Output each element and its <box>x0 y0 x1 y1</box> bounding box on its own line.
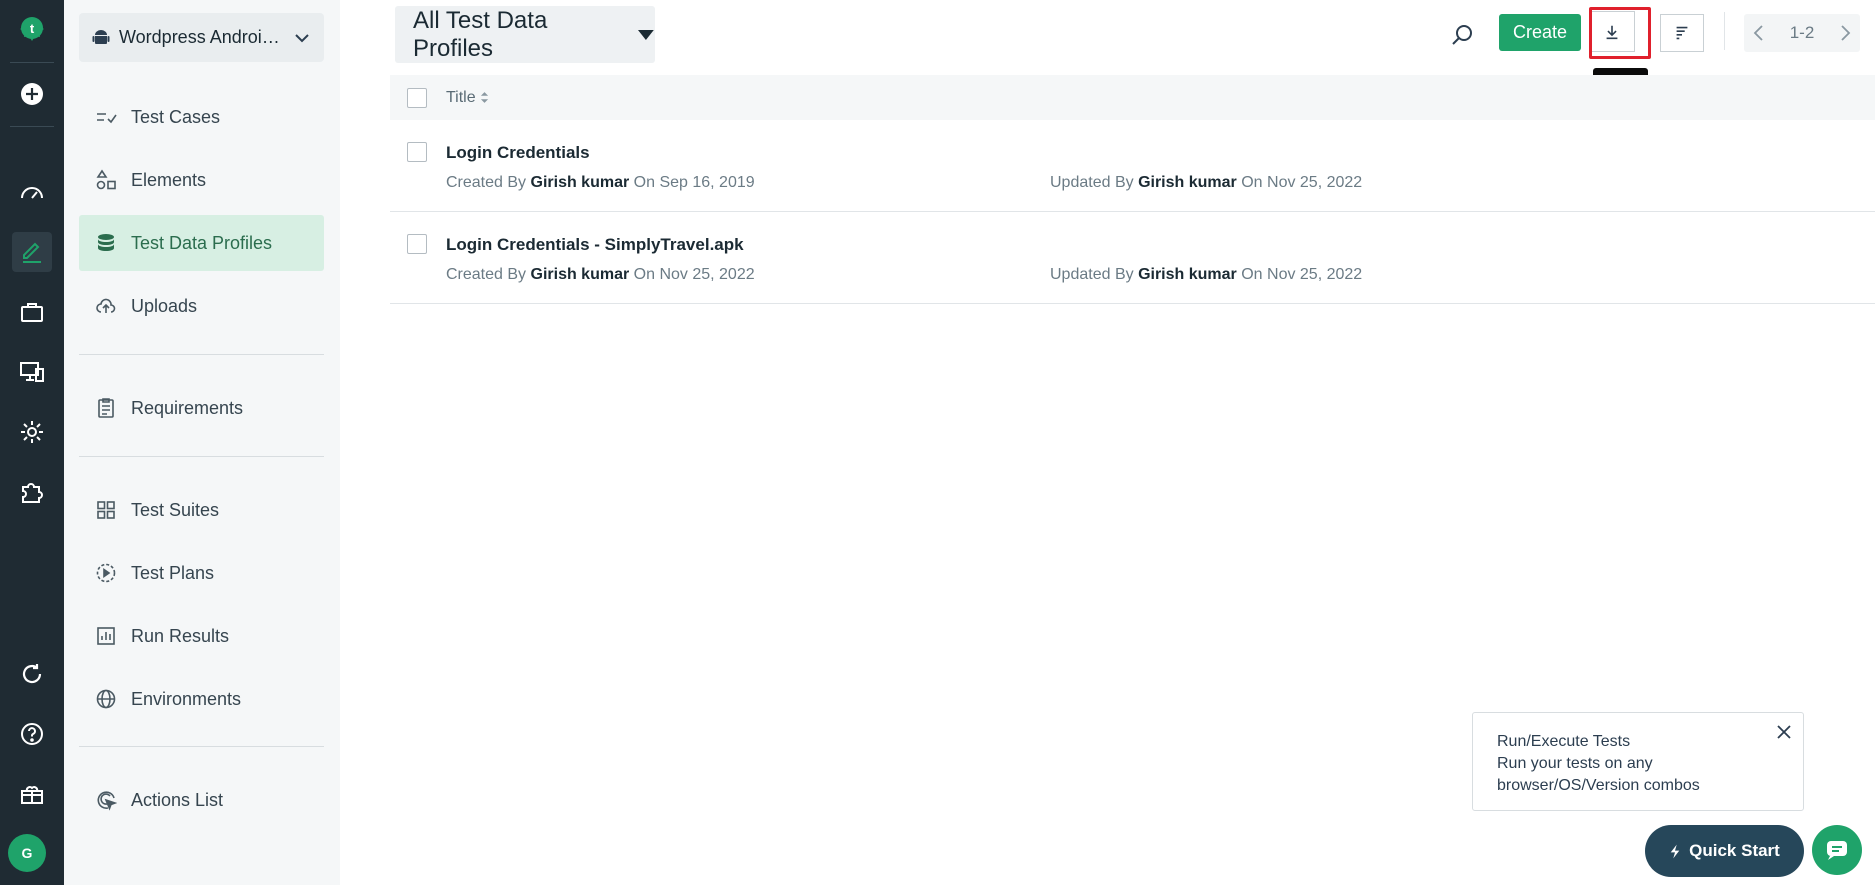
table-row[interactable]: Login Credentials - SimplyTravel.apk Cre… <box>390 213 1875 304</box>
chat-button[interactable] <box>1812 825 1862 875</box>
nav-item-actions-list[interactable]: Actions List <box>79 772 324 828</box>
cloud-upload-icon <box>96 298 116 313</box>
popover-description: Run your tests on any browser/OS/Version… <box>1497 755 1700 794</box>
close-icon <box>1777 725 1791 739</box>
created-by: Girish kumar <box>530 174 630 191</box>
test-cases-icon <box>97 113 117 124</box>
edit-icon[interactable] <box>12 232 52 272</box>
row-checkbox[interactable] <box>407 142 427 162</box>
created-meta: Created By Girish kumar On Nov 25, 2022 <box>446 266 755 284</box>
nav-item-label: Requirements <box>131 397 244 418</box>
updated-on: On Nov 25, 2022 <box>1241 174 1363 191</box>
search-icon <box>1452 25 1472 45</box>
quick-start-popover: Run/Execute Tests Run your tests on any … <box>1472 712 1804 811</box>
play-circle-icon <box>96 563 116 583</box>
gift-icon[interactable] <box>12 774 52 814</box>
nav-item-requirements[interactable]: Requirements <box>79 380 324 436</box>
grid-icon <box>97 501 115 519</box>
filter-label: All Test Data Profiles <box>413 6 548 62</box>
refresh-icon[interactable] <box>12 654 52 694</box>
created-meta: Created By Girish kumar On Sep 16, 2019 <box>446 174 755 192</box>
pagination-range: 1-2 <box>1789 23 1815 42</box>
project-name: Wordpress Android ... <box>119 27 284 47</box>
created-prefix: Created By <box>446 266 527 283</box>
updated-by: Girish kumar <box>1138 174 1237 191</box>
updated-meta: Updated By Girish kumar On Nov 25, 2022 <box>1050 174 1362 192</box>
chevron-left-icon[interactable] <box>1752 24 1766 42</box>
app-rail: t G <box>0 0 64 885</box>
select-all-checkbox[interactable] <box>407 87 427 108</box>
help-icon[interactable] <box>12 714 52 754</box>
row-title[interactable]: Login Credentials - SimplyTravel.apk <box>446 235 744 255</box>
created-on: On Nov 25, 2022 <box>633 266 755 283</box>
elements-icon <box>96 169 116 190</box>
popover-heading: Run/Execute Tests <box>1497 733 1631 750</box>
side-nav: Wordpress Android ... Test Cases Element… <box>64 0 340 885</box>
create-button[interactable]: Create <box>1499 14 1581 51</box>
globe-icon <box>96 689 116 709</box>
row-title[interactable]: Login Credentials <box>446 143 590 163</box>
updated-by: Girish kumar <box>1138 266 1237 283</box>
nav-item-label: Test Plans <box>131 562 215 583</box>
cursor-target-icon <box>97 791 117 811</box>
quick-start-button[interactable]: Quick Start <box>1645 825 1804 877</box>
dashboard-icon[interactable] <box>12 172 52 212</box>
nav-item-test-cases[interactable]: Test Cases <box>79 89 324 145</box>
bar-chart-icon <box>97 627 115 645</box>
filter-dropdown[interactable]: All Test Data Profiles <box>395 6 655 63</box>
nav-item-label: Actions List <box>131 789 224 810</box>
pagination: 1-2 <box>1744 14 1860 52</box>
created-by: Girish kumar <box>530 266 630 283</box>
created-prefix: Created By <box>446 174 527 191</box>
table-row[interactable]: Login Credentials Created By Girish kuma… <box>390 121 1875 212</box>
sort-button[interactable] <box>1660 14 1704 52</box>
nav-item-label: Elements <box>131 169 207 190</box>
lightning-icon <box>1670 844 1680 858</box>
row-checkbox[interactable] <box>407 234 427 254</box>
updated-on: On Nov 25, 2022 <box>1241 266 1363 283</box>
nav-item-label: Test Cases <box>131 106 221 127</box>
sort-arrows-icon <box>480 92 488 103</box>
nav-item-test-data-profiles[interactable]: Test Data Profiles <box>79 215 324 271</box>
nav-item-label: Test Data Profiles <box>131 232 273 253</box>
chevron-right-icon[interactable] <box>1838 24 1852 42</box>
title-column-header[interactable]: Title <box>446 89 489 107</box>
android-icon <box>92 29 110 44</box>
clipboard-icon <box>98 398 114 418</box>
nav-item-test-suites[interactable]: Test Suites <box>79 482 324 538</box>
add-icon[interactable] <box>12 74 52 114</box>
devices-icon[interactable] <box>12 352 52 392</box>
close-button[interactable] <box>1773 721 1795 743</box>
settings-icon[interactable] <box>12 412 52 452</box>
search-button[interactable] <box>1447 20 1477 50</box>
testsigma-logo-icon[interactable]: t <box>12 8 52 48</box>
caret-down-icon <box>638 29 655 40</box>
quick-start-label: Quick Start <box>1689 841 1780 860</box>
nav-item-run-results[interactable]: Run Results <box>79 608 324 664</box>
briefcase-icon[interactable] <box>12 292 52 332</box>
project-selector[interactable]: Wordpress Android ... <box>79 13 324 62</box>
nav-item-label: Uploads <box>131 295 198 316</box>
updated-prefix: Updated By <box>1050 266 1134 283</box>
nav-item-environments[interactable]: Environments <box>79 671 324 727</box>
chat-icon <box>1827 841 1847 860</box>
avatar[interactable]: G <box>8 834 46 872</box>
database-icon <box>98 234 114 251</box>
nav-item-label: Environments <box>131 688 242 709</box>
created-on: On Sep 16, 2019 <box>633 174 755 191</box>
updated-meta: Updated By Girish kumar On Nov 25, 2022 <box>1050 266 1362 284</box>
nav-item-uploads[interactable]: Uploads <box>79 278 324 334</box>
updated-prefix: Updated By <box>1050 174 1134 191</box>
nav-item-label: Test Suites <box>131 499 220 520</box>
nav-item-elements[interactable]: Elements <box>79 152 324 208</box>
title-header-label: Title <box>446 88 476 106</box>
nav-item-test-plans[interactable]: Test Plans <box>79 545 324 601</box>
chevron-down-icon <box>295 33 309 42</box>
sort-icon <box>1676 26 1688 40</box>
nav-item-label: Run Results <box>131 625 230 646</box>
import-highlight <box>1589 7 1651 59</box>
table-header: Title <box>390 75 1875 120</box>
addons-icon[interactable] <box>12 472 52 512</box>
svg-text:t: t <box>30 21 35 36</box>
